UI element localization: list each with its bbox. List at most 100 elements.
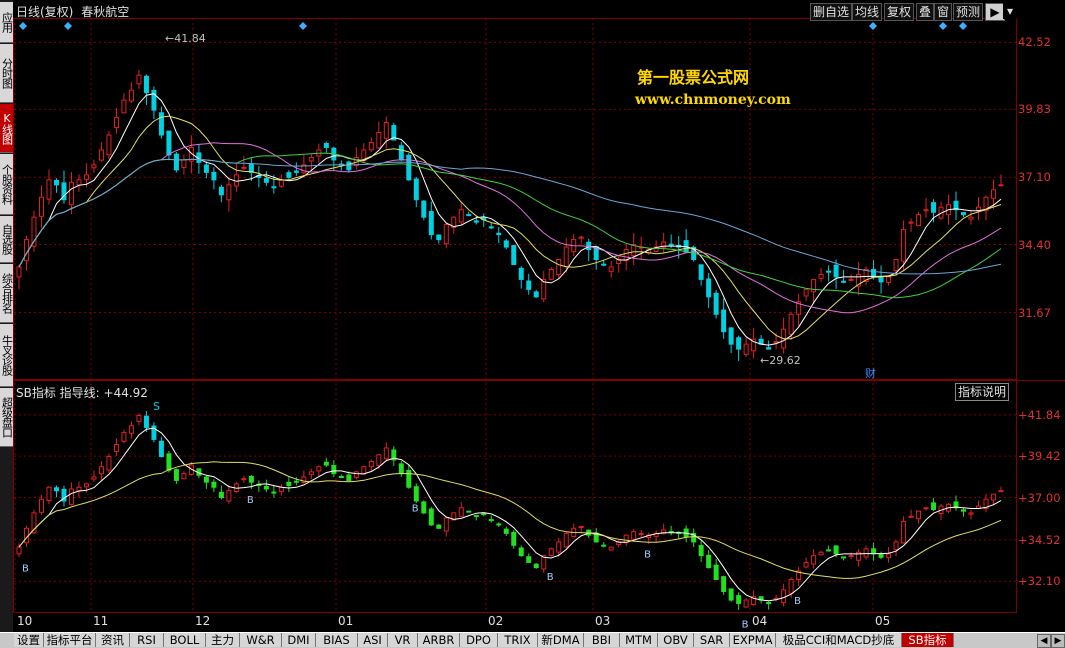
candle-body (286, 172, 292, 178)
tab-obv[interactable]: OBV (658, 633, 694, 647)
candle-body (991, 189, 997, 199)
candle-body (83, 174, 89, 180)
indicator-body (631, 531, 637, 540)
stock-name: 春秋航空 (81, 5, 130, 19)
kline-chart-area[interactable]: B B B B B B B 日线(复权) 春秋航空 删自选 均线 复权叠窗预测 ▶ ▾ 第一股票… (13, 0, 1065, 632)
candle-body (16, 266, 22, 278)
tab--[interactable]: 主力 (206, 633, 240, 647)
tab-vr[interactable]: VR (388, 633, 418, 647)
indicator-body (323, 461, 329, 466)
tab-rsi[interactable]: RSI (130, 633, 164, 647)
indicator-body (848, 555, 854, 558)
chevron-down-icon[interactable]: ▾ (1003, 3, 1017, 19)
left-nav-item[interactable]: 综合排名 (0, 264, 14, 323)
indicator-body (353, 471, 359, 478)
indicator-body (98, 466, 104, 475)
tab-expma[interactable]: EXPMA (730, 633, 776, 647)
toolbar-button[interactable]: 删自选 (810, 3, 853, 21)
indicator-body (376, 454, 382, 466)
x-tick-label: 05 (875, 614, 891, 628)
main-y-tick-label: 39.83 (1018, 102, 1051, 117)
tab-w-r[interactable]: W&R (240, 633, 282, 647)
indicator-body (38, 498, 44, 513)
indicator-body (248, 475, 254, 483)
candle-body (413, 178, 419, 201)
tab--[interactable]: 设置 (14, 633, 44, 647)
event-diamond-icon (959, 22, 967, 30)
indicator-body (728, 588, 734, 601)
indicator-body (413, 486, 419, 502)
indicator-body (811, 555, 817, 565)
left-nav-item[interactable]: 超级盘口 (0, 388, 14, 447)
left-nav-item[interactable]: 牛叉诊股 (0, 324, 14, 387)
tab-scroll-left-icon[interactable]: ◀ (1037, 634, 1051, 648)
tab--[interactable]: 资讯 (96, 633, 130, 647)
candle-body (578, 236, 584, 239)
candle-body (998, 184, 1004, 187)
indicator-body (788, 579, 794, 594)
chart-canvas: B B B B B B B (13, 18, 1065, 631)
toolbar-button[interactable]: 窗 (934, 3, 953, 21)
left-nav-item[interactable]: 自选股 (0, 216, 14, 263)
tab-mtm[interactable]: MTM (620, 633, 658, 647)
left-nav-item[interactable]: 个股资料 (0, 154, 14, 215)
candle-body (443, 224, 449, 245)
tab--[interactable]: 指标平台 (44, 633, 96, 647)
indicator-y-tick-label: +37.00 (1018, 490, 1061, 505)
tab-scroll-right-icon[interactable]: ▶ (1051, 634, 1065, 648)
indicator-body (818, 551, 824, 556)
main-panel-border (13, 18, 1017, 380)
left-nav-item[interactable]: 分时图 (0, 44, 14, 103)
candle-body (518, 267, 524, 280)
candle-body (923, 209, 929, 212)
toolbar-button[interactable]: 叠 (916, 3, 935, 21)
tab-sb-[interactable]: SB指标 (902, 633, 954, 647)
indicator-body (968, 512, 974, 515)
indicator-body (526, 556, 532, 563)
tab--cci-macd-[interactable]: 极品CCI和MACD抄底 (776, 633, 902, 647)
arrow-right-icon[interactable]: ▶ (985, 3, 1005, 21)
candle-body (871, 268, 877, 278)
tab-arbr[interactable]: ARBR (418, 633, 460, 647)
left-nav-label: 超级盘口 (0, 397, 14, 437)
x-tick-label: 03 (595, 614, 611, 628)
candle-body (908, 221, 914, 224)
left-nav-item[interactable]: K线图 (0, 104, 14, 153)
indicator-body (781, 589, 787, 604)
toolbar-button[interactable]: 均线 (852, 3, 883, 21)
tab-trix[interactable]: TRIX (498, 633, 538, 647)
tab--dma[interactable]: 新DMA (538, 633, 584, 647)
tab-dpo[interactable]: DPO (460, 633, 498, 647)
tab-dmi[interactable]: DMI (282, 633, 316, 647)
chart-title: 日线(复权) 春秋航空 (16, 3, 129, 20)
tab-sar[interactable]: SAR (694, 633, 730, 647)
tab-bias[interactable]: BIAS (316, 633, 358, 647)
indicator-body (901, 520, 907, 544)
tab-boll[interactable]: BOLL (164, 633, 206, 647)
indicator-body (83, 483, 89, 488)
indicator-body (878, 553, 884, 558)
indicator-body (383, 447, 389, 460)
candle-body (458, 209, 464, 223)
candle-body (803, 288, 809, 297)
candle-body (278, 179, 284, 187)
indicator-body (181, 473, 187, 480)
indicator-body (398, 463, 404, 475)
tab-bbi[interactable]: BBI (584, 633, 620, 647)
candle-body (901, 229, 907, 262)
candle-body (706, 278, 712, 298)
finance-marker[interactable]: 财 (865, 365, 876, 381)
left-nav-label: 分时图 (0, 58, 14, 88)
candle-body (841, 280, 847, 283)
toolbar-button[interactable]: 预测 (953, 3, 984, 21)
tab-asi[interactable]: ASI (358, 633, 388, 647)
indicator-help-button[interactable]: 指标说明 (955, 383, 1010, 401)
indicator-body (218, 491, 224, 499)
toolbar-button[interactable]: 复权 (884, 3, 915, 21)
left-nav-item[interactable]: 应用 (0, 2, 14, 43)
indicator-guide-line (18, 461, 1002, 579)
indicator-body (638, 532, 644, 535)
indicator-body (16, 546, 22, 555)
indicator-body (173, 469, 179, 481)
watermark-title: 第一股票公式网 (637, 68, 750, 87)
